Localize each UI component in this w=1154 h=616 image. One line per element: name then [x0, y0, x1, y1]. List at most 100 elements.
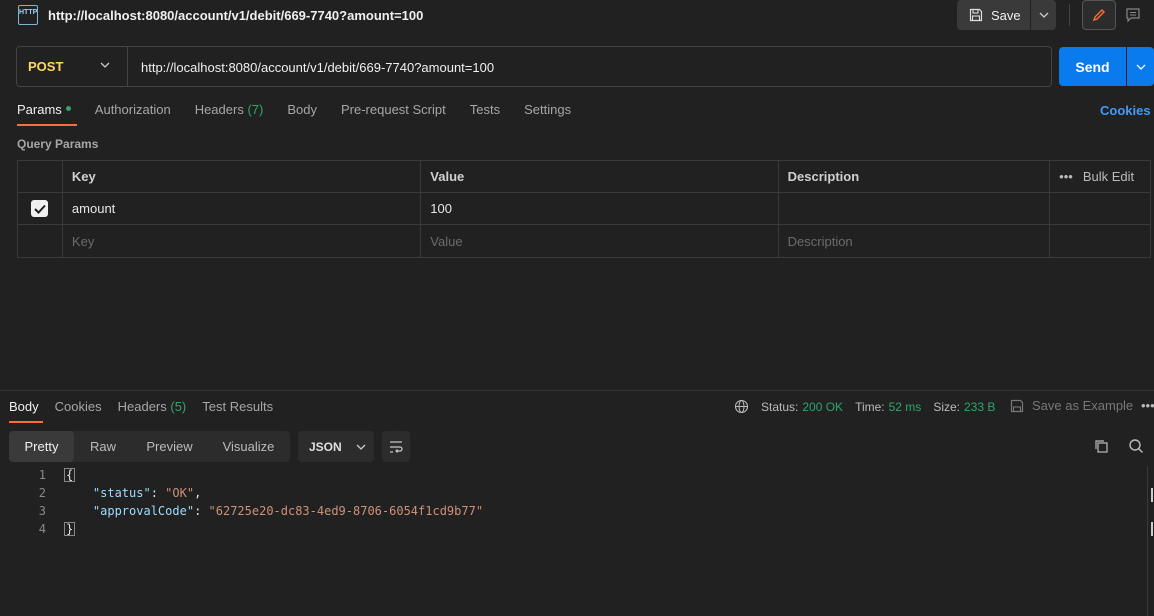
pane-divider[interactable] [0, 390, 1154, 391]
code-line: 1 { [0, 466, 1140, 484]
close-brace: } [64, 522, 76, 536]
format-label: JSON [309, 439, 342, 454]
view-visualize[interactable]: Visualize [207, 431, 290, 462]
row-check-cell [18, 193, 63, 224]
new-description-input[interactable]: Description [779, 225, 1051, 257]
send-button[interactable]: Send [1059, 47, 1126, 86]
status-value[interactable]: 200 OK [802, 400, 843, 414]
search-icon[interactable] [1128, 438, 1144, 454]
new-key-input[interactable]: Key [63, 225, 422, 257]
save-as-example-button[interactable]: Save as Example [1010, 398, 1133, 413]
headers-count: (7) [247, 102, 264, 117]
request-tabs: Params Authorization Headers (7) Body Pr… [17, 102, 595, 128]
tab-response-headers[interactable]: Headers (5) [118, 399, 187, 423]
chevron-down-icon [1039, 12, 1048, 18]
tab-test-results[interactable]: Test Results [202, 399, 273, 423]
new-row-actions-cell [1050, 225, 1150, 257]
size-value[interactable]: 233 B [964, 400, 995, 414]
code-line: 4 } [0, 520, 1140, 538]
header-check-cell [18, 161, 63, 192]
table-row: amount 100 [18, 193, 1150, 225]
json-value-approval-code: "62725e20-dc83-4ed9-8706-6054f1cd9b77" [208, 504, 484, 518]
response-body-code[interactable]: 1 { 2 "status": "OK", 3 "approvalCode": … [0, 466, 1140, 538]
query-params-title: Query Params [17, 137, 99, 151]
comments-button[interactable] [1118, 0, 1148, 30]
wrap-lines-icon [390, 440, 403, 453]
http-request-icon: HTTP [18, 5, 38, 25]
save-options-button[interactable] [1031, 0, 1056, 30]
copy-icon[interactable] [1093, 438, 1109, 454]
checkmark-icon [34, 204, 46, 214]
table-actions: ••• Bulk Edit [1050, 161, 1150, 192]
line-number: 4 [38, 522, 46, 536]
chevron-down-icon [356, 444, 366, 450]
new-value-input[interactable]: Value [421, 225, 779, 257]
line-number: 3 [38, 504, 46, 518]
scrollbar-marker [1151, 522, 1153, 536]
more-options-icon[interactable]: ••• [1059, 169, 1073, 184]
tab-pre-request-script[interactable]: Pre-request Script [341, 102, 446, 126]
column-header-description: Description [779, 161, 1051, 192]
size-label: Size: [933, 399, 960, 414]
view-preview[interactable]: Preview [132, 431, 207, 462]
tab-body[interactable]: Body [287, 102, 317, 126]
tab-response-body[interactable]: Body [9, 399, 43, 423]
cookies-link[interactable]: Cookies [1100, 103, 1151, 118]
param-description-input[interactable] [779, 193, 1051, 224]
tab-authorization[interactable]: Authorization [95, 102, 171, 126]
toolbar-divider [1069, 4, 1070, 26]
column-header-value: Value [421, 161, 779, 192]
line-number: 2 [38, 486, 46, 500]
tab-response-cookies[interactable]: Cookies [55, 399, 102, 423]
format-select[interactable]: JSON [298, 431, 374, 462]
save-icon [1010, 399, 1024, 412]
url-input[interactable]: http://localhost:8080/account/v1/debit/6… [141, 60, 494, 75]
save-label: Save [991, 7, 1021, 23]
response-meta: Status: 200 OK Time: 52 ms Size: 233 B [734, 399, 1007, 414]
response-view-tabs: Pretty Raw Preview Visualize [9, 431, 290, 462]
json-key-approval-code: "approvalCode" [92, 504, 195, 518]
method-select[interactable]: POST [17, 47, 128, 86]
save-button[interactable]: Save [957, 0, 1030, 30]
tab-headers[interactable]: Headers (7) [195, 102, 264, 126]
save-icon [969, 8, 983, 22]
request-title[interactable]: http://localhost:8080/account/v1/debit/6… [48, 8, 423, 23]
table-row-new: Key Value Description [18, 225, 1150, 257]
column-header-key: Key [63, 161, 422, 192]
param-value-input[interactable]: 100 [421, 193, 779, 224]
save-as-example-label: Save as Example [1032, 398, 1134, 413]
scrollbar-marker [1151, 488, 1153, 502]
view-pretty[interactable]: Pretty [9, 431, 74, 462]
response-more-options-icon[interactable]: ••• [1141, 398, 1154, 413]
json-key-status: "status" [92, 486, 151, 500]
response-headers-count: (5) [170, 399, 187, 414]
new-row-check-cell [18, 225, 63, 257]
wrap-lines-button[interactable] [382, 431, 410, 462]
param-key-input[interactable]: amount [63, 193, 422, 224]
time-value[interactable]: 52 ms [889, 400, 922, 414]
code-line: 2 "status": "OK", [0, 484, 1140, 502]
status-label: Status: [761, 399, 799, 414]
title-bar: HTTP http://localhost:8080/account/v1/de… [0, 0, 1154, 32]
method-label: POST [28, 59, 64, 74]
send-options-button[interactable] [1127, 47, 1154, 86]
chevron-down-icon [1136, 64, 1145, 70]
request-url-bar: POST http://localhost:8080/account/v1/de… [16, 46, 1052, 87]
code-line: 3 "approvalCode": "62725e20-dc83-4ed9-87… [0, 502, 1140, 520]
json-value-status: "OK" [165, 486, 195, 500]
param-enabled-checkbox[interactable] [31, 200, 49, 217]
line-number: 1 [38, 468, 46, 482]
bulk-edit-button[interactable]: Bulk Edit [1083, 169, 1134, 184]
globe-icon[interactable] [734, 399, 749, 414]
open-brace: { [64, 468, 76, 482]
chevron-down-icon [100, 62, 110, 68]
query-params-table: Key Value Description ••• Bulk Edit amou… [17, 160, 1151, 258]
tab-settings[interactable]: Settings [524, 102, 571, 126]
pencil-icon [1092, 9, 1105, 22]
edit-button[interactable] [1082, 0, 1116, 30]
tab-tests[interactable]: Tests [470, 102, 500, 126]
view-raw[interactable]: Raw [74, 431, 132, 462]
tab-params[interactable]: Params [17, 102, 77, 126]
params-indicator-dot [65, 106, 71, 112]
comment-icon [1126, 8, 1140, 23]
